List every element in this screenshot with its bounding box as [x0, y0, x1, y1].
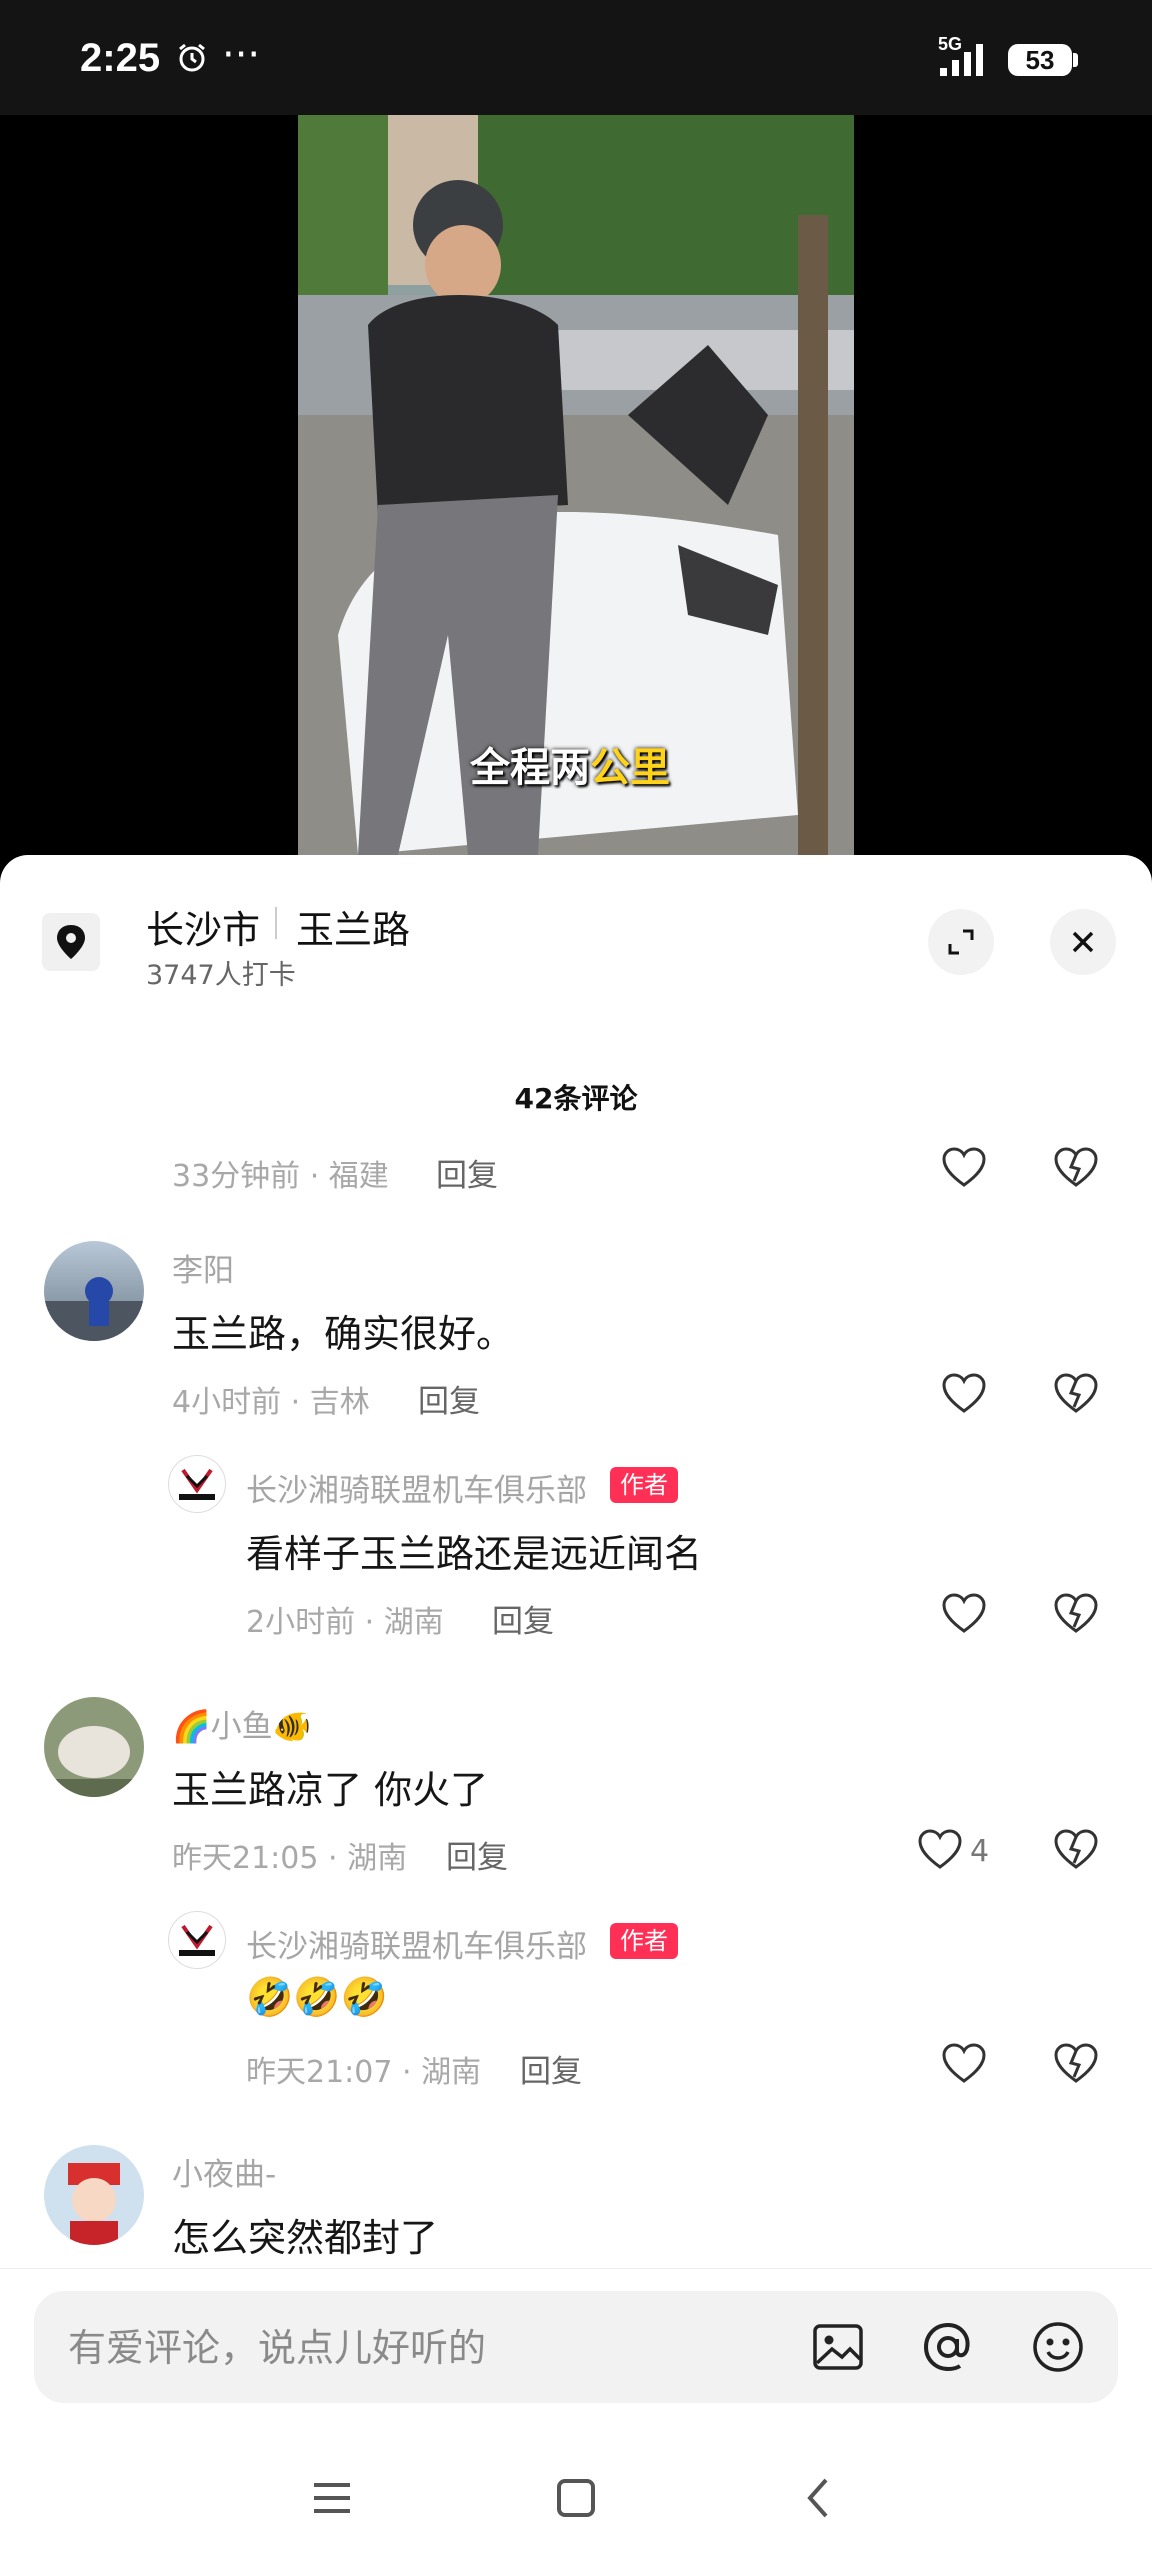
- heart-icon[interactable]: [916, 1827, 964, 1871]
- reply-button[interactable]: 回复: [492, 1596, 554, 1641]
- reply-username[interactable]: 长沙湘骑联盟机车俱乐部: [246, 1921, 587, 1966]
- comment-text: 怎么突然都封了: [172, 2216, 439, 2260]
- rainbow-icon: 🌈: [172, 1709, 211, 1745]
- heart-icon[interactable]: [940, 1371, 988, 1415]
- heart-icon[interactable]: [940, 1145, 988, 1189]
- location-divider: [275, 907, 277, 939]
- comment-count: 42条评论: [514, 1082, 638, 1115]
- home-nav-icon[interactable]: [546, 2468, 606, 2528]
- at-icon[interactable]: [920, 2319, 976, 2375]
- back-nav-icon[interactable]: [790, 2468, 850, 2528]
- heart-icon[interactable]: [940, 1591, 988, 1635]
- image-icon[interactable]: [810, 2319, 866, 2375]
- reply-username[interactable]: 长沙湘骑联盟机车俱乐部: [246, 1465, 587, 1510]
- comment-meta: 4小时前 · 吉林: [172, 1385, 370, 1420]
- expand-button[interactable]: [928, 909, 994, 975]
- avatar[interactable]: [44, 2145, 144, 2245]
- heart-icon[interactable]: [940, 2041, 988, 2085]
- author-badge: 作者: [610, 1467, 678, 1503]
- reply-meta: 2小时前 · 湖南: [246, 1605, 444, 1640]
- close-button[interactable]: [1050, 909, 1116, 975]
- comment-text: 玉兰路，确实很好。: [172, 1312, 515, 1356]
- location-pin-icon[interactable]: [42, 913, 100, 971]
- dislike-heart-icon[interactable]: [1052, 1827, 1100, 1871]
- battery-tip: [1073, 53, 1078, 67]
- menu-nav-icon[interactable]: [302, 2468, 362, 2528]
- video-player[interactable]: 全程两公里: [0, 115, 1152, 855]
- reply-button[interactable]: 回复: [446, 1832, 508, 1877]
- avatar[interactable]: [44, 1241, 144, 1341]
- dislike-heart-icon[interactable]: [1052, 1591, 1100, 1635]
- status-bar: 2:25 ··· 5G 53: [0, 0, 1152, 115]
- comment-text: 玉兰路凉了 你火了: [172, 1768, 489, 1812]
- checkin-count: 3747人打卡: [146, 960, 296, 991]
- reply-button[interactable]: 回复: [418, 1376, 480, 1421]
- battery-level: 53: [1025, 45, 1055, 75]
- close-icon: [1072, 931, 1094, 953]
- dislike-heart-icon[interactable]: [1052, 2041, 1100, 2085]
- reply-text: 🤣🤣🤣: [246, 1975, 388, 2019]
- more-icon: ···: [222, 32, 261, 78]
- dislike-heart-icon[interactable]: [1052, 1371, 1100, 1415]
- author-badge: 作者: [610, 1923, 678, 1959]
- status-time: 2:25: [80, 36, 161, 80]
- comment-input[interactable]: [66, 2317, 770, 2379]
- comment-meta: 33分钟前 · 福建: [172, 1159, 389, 1194]
- subtitle-text: 全程两: [470, 745, 590, 791]
- video-subtitle: 全程两公里: [470, 735, 670, 793]
- comment-input-bar: [0, 2268, 1152, 2429]
- comment-username[interactable]: 🌈小鱼🐠: [172, 1701, 311, 1746]
- battery-icon: 53: [1008, 44, 1072, 76]
- like-count: 4: [970, 1834, 990, 1869]
- alarm-icon: [179, 43, 205, 72]
- system-nav-bar: [0, 2428, 1152, 2560]
- location-city[interactable]: 长沙市: [146, 899, 260, 954]
- reply-text: 看样子玉兰路还是远近闻名: [246, 1532, 703, 1576]
- author-avatar[interactable]: [168, 1455, 226, 1513]
- signal-icon: [940, 44, 983, 76]
- reply-button[interactable]: 回复: [436, 1150, 498, 1195]
- reply-meta: 昨天21:07 · 湖南: [246, 2055, 482, 2090]
- reply-button[interactable]: 回复: [520, 2046, 582, 2091]
- comment-username[interactable]: 李阳: [172, 1245, 234, 1290]
- author-avatar[interactable]: [168, 1911, 226, 1969]
- tropical-fish-icon: 🐠: [272, 1709, 312, 1745]
- emoji-icon[interactable]: [1030, 2319, 1086, 2375]
- dislike-heart-icon[interactable]: [1052, 1145, 1100, 1189]
- expand-icon: [948, 929, 974, 955]
- location-road[interactable]: 玉兰路: [296, 899, 410, 954]
- subtitle-highlight: 公里: [590, 745, 670, 791]
- avatar[interactable]: [44, 1697, 144, 1797]
- comment-meta: 昨天21:05 · 湖南: [172, 1841, 408, 1876]
- comment-input-box[interactable]: [34, 2291, 1118, 2403]
- comment-username[interactable]: 小夜曲-: [172, 2149, 276, 2194]
